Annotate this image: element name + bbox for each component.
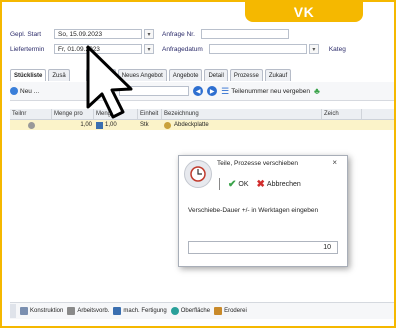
vk-badge: VK xyxy=(245,2,363,22)
header-row-start: Gepl. Start So, 15.09.2023 ▾ Anfrage Nr. xyxy=(10,28,289,40)
fertigung-label: mach. Fertigung xyxy=(123,308,167,314)
tab-angebote[interactable]: Angebote xyxy=(168,69,203,81)
dialog-title-bar: Teile, Prozesse verschieben × xyxy=(179,156,347,170)
anfrage-nr-label: Anfrage Nr. xyxy=(162,30,195,38)
col-teilnr[interactable]: Teilnr xyxy=(10,109,52,119)
cancel-button[interactable]: ✖ Abbrechen xyxy=(257,179,301,190)
move-dialog: Teile, Prozesse verschieben × ✔ OK ✖ Abb… xyxy=(178,155,348,267)
tab-bar: Stückliste Zusä lkulation Neues Angebot … xyxy=(10,69,394,81)
anfragedatum-label: Anfragedatum xyxy=(162,45,203,53)
dialog-actions: ✔ OK ✖ Abbrechen xyxy=(219,178,301,190)
new-button[interactable]: Neu ... xyxy=(10,87,39,95)
eroderei-icon xyxy=(214,307,223,315)
app-window: VK Gepl. Start So, 15.09.2023 ▾ Anfrage … xyxy=(0,0,396,328)
list-icon: ☰ xyxy=(221,85,230,96)
eroderei-button[interactable]: Eroderei xyxy=(214,307,247,315)
mouse-cursor-icon xyxy=(86,45,133,119)
cell-bezeichnung: Abdeckplatte xyxy=(174,122,209,128)
konstruktion-icon xyxy=(20,307,28,315)
ok-label: OK xyxy=(238,180,249,188)
liefer-dropdown[interactable]: ▾ xyxy=(144,44,154,54)
tab-stueckliste[interactable]: Stückliste xyxy=(10,69,47,81)
arbeitsvorb-label: Arbeitsvorb. xyxy=(77,308,110,314)
ok-button[interactable]: ✔ OK xyxy=(228,179,249,190)
konstruktion-label: Konstruktion xyxy=(30,308,64,314)
item-icon xyxy=(164,121,171,129)
col-zeich[interactable]: Zeich xyxy=(322,109,362,119)
cell-menge: 1,00 xyxy=(105,122,117,128)
dialog-message: Verschiebe-Dauer +/- in Werktagen eingeb… xyxy=(188,207,319,214)
cell-menge-pro: 1,00 xyxy=(80,122,92,128)
dialog-title: Teile, Prozesse verschieben xyxy=(217,159,298,167)
arbeitsvorb-icon xyxy=(67,307,76,315)
header-row-liefer: Liefertermin Fr, 01.09.2023 ▾ Anfragedat… xyxy=(10,43,346,55)
grid-header: Teilnr Menge pro Menge Einheit Bezeichnu… xyxy=(10,109,394,120)
table-row[interactable]: 1,00 1,00 Stk Abdeckplatte xyxy=(10,120,394,130)
new-icon xyxy=(10,87,18,95)
check-icon: ✔ xyxy=(228,178,237,190)
cancel-label: Abbrechen xyxy=(266,180,301,188)
tab-prozesse[interactable]: Prozesse xyxy=(229,69,263,81)
next-icon[interactable]: ▶ xyxy=(207,86,218,96)
vk-label: VK xyxy=(293,4,315,20)
cell-einheit: Stk xyxy=(140,122,149,128)
days-input[interactable]: 10 xyxy=(188,241,338,254)
mech-fertigung-button[interactable]: mach. Fertigung xyxy=(113,307,167,315)
renumber-label: Teilenummer neu vergeben xyxy=(231,87,311,95)
close-icon[interactable]: × xyxy=(332,158,337,167)
fertigung-icon xyxy=(113,307,122,315)
kateg-label: Kateg xyxy=(328,45,346,53)
bottom-toolbar: Konstruktion Arbeitsvorb. mach. Fertigun… xyxy=(10,302,394,319)
renumber-button[interactable]: ☰ Teilenummer neu vergeben xyxy=(221,86,310,97)
arbeitsvorb-button[interactable]: Arbeitsvorb. xyxy=(67,307,109,315)
start-date-field[interactable]: So, 15.09.2023 xyxy=(54,29,142,39)
vertical-tab-icon xyxy=(10,304,16,318)
start-dropdown[interactable]: ▾ xyxy=(144,29,154,39)
x-icon: ✖ xyxy=(256,178,265,190)
anfragedatum-field[interactable] xyxy=(208,44,307,54)
oberflaeche-icon xyxy=(170,307,179,315)
anfrage-nr-field[interactable] xyxy=(200,29,289,39)
oberflaeche-button[interactable]: Oberfläche xyxy=(170,307,211,315)
tree-icon[interactable]: ♣ xyxy=(314,86,320,96)
tab-detail[interactable]: Detail xyxy=(204,69,228,81)
col-bezeichnung[interactable]: Bezeichnung xyxy=(162,109,322,119)
tab-zukauf[interactable]: Zukauf xyxy=(264,69,292,81)
anfragedatum-dropdown[interactable]: ▾ xyxy=(308,44,319,54)
konstruktion-button[interactable]: Konstruktion xyxy=(20,307,63,315)
toolbar: Neu ... ◀ ▶ ☰ Teilenummer neu vergeben ♣ xyxy=(10,82,394,101)
liefer-label: Liefertermin xyxy=(10,45,45,53)
tab-zusae[interactable]: Zusä xyxy=(48,69,70,81)
new-label: Neu ... xyxy=(20,87,40,95)
prev-icon[interactable]: ◀ xyxy=(193,86,204,96)
part-icon xyxy=(28,121,35,129)
start-label: Gepl. Start xyxy=(10,30,42,38)
oberflaeche-label: Oberfläche xyxy=(180,308,211,314)
eroderei-label: Eroderei xyxy=(224,308,247,314)
stock-icon xyxy=(96,121,103,129)
